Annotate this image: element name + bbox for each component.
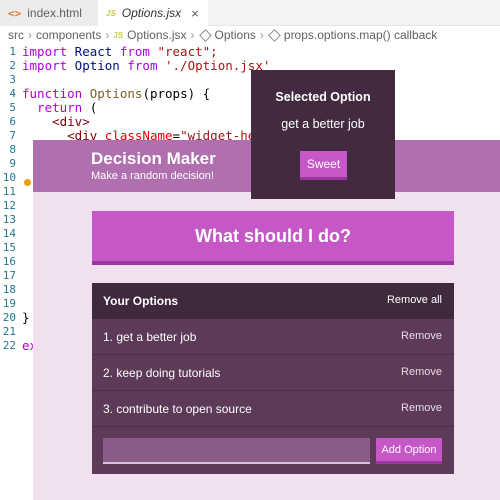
remove-option-button[interactable]: Remove [401,366,442,378]
line-number: 13 [2,213,16,226]
lightbulb-icon[interactable] [24,179,31,186]
app-title: Decision Maker [91,149,216,168]
tab-label: index.html [27,6,82,20]
code-token: Options [82,86,143,101]
line-number: 10 [2,171,16,184]
code-line: <div> [22,114,90,129]
js-file-icon: JS [106,8,116,18]
option-text: 1. get a better job [103,330,197,344]
code-token: from [127,58,158,73]
add-option-button[interactable]: Add Option [376,438,442,464]
editor-tab-bar: <> index.html JS Options.jsx × [0,0,500,26]
tab-index-html[interactable]: <> index.html [0,0,98,26]
breadcrumb-item[interactable]: Options.jsx [127,28,186,42]
line-number: 20 [2,311,16,324]
tab-options-jsx[interactable]: JS Options.jsx × [98,0,208,26]
option-item: 3. contribute to open source Remove [92,391,454,427]
widget-header: Your Options Remove all [92,283,454,319]
code-token: from [119,44,150,59]
option-text: 3. contribute to open source [103,402,252,416]
widget-title: Your Options [103,294,179,308]
modal-text: get a better job [281,117,365,131]
code-token: import [22,44,68,59]
close-icon[interactable]: × [191,6,199,21]
code-token: return [22,100,83,115]
line-number: 15 [2,241,16,254]
option-item: 1. get a better job Remove [92,319,454,355]
selected-option-modal: Selected Option get a better job Sweet [251,70,395,199]
code-token: <div> [22,114,90,129]
option-item: 2. keep doing tutorials Remove [92,355,454,391]
line-number: 18 [2,283,16,296]
code-token: import [22,58,68,73]
option-input[interactable] [103,438,370,464]
code-line: import React from "react"; [22,44,218,59]
code-line: return ( [22,100,97,115]
chevron-right-icon: › [28,28,32,42]
options-widget: Your Options Remove all 1. get a better … [92,283,454,474]
breadcrumb-item[interactable]: src [8,28,24,42]
code-line: } [22,310,30,325]
line-number: 3 [9,73,16,86]
breadcrumb-item[interactable]: Options [215,28,256,42]
option-text: 2. keep doing tutorials [103,366,221,380]
remove-option-button[interactable]: Remove [401,402,442,414]
chevron-right-icon: › [259,28,264,42]
code-line: function Options(props) { [22,86,210,101]
line-number: 8 [9,143,16,156]
line-number: 12 [2,199,16,212]
html-file-icon: <> [8,6,22,20]
code-token: ( [82,100,98,115]
line-number: 1 [9,45,16,58]
code-token: Option [67,58,128,73]
code-line: import Option from './Option.jsx' [22,58,270,73]
breadcrumb: src › components › JS Options.jsx › Opti… [0,26,500,44]
line-number: 19 [2,297,16,310]
chevron-right-icon: › [190,28,195,42]
line-number: 16 [2,255,16,268]
remove-option-button[interactable]: Remove [401,330,442,342]
app-subtitle: Make a random decision! [91,170,214,182]
breadcrumb-item[interactable]: props.options.map() callback [284,28,437,42]
line-number: 11 [2,185,16,198]
line-number: 14 [2,227,16,240]
line-number: 6 [9,115,16,128]
tab-label: Options.jsx [121,6,182,20]
breadcrumb-item[interactable]: components [36,28,101,42]
component-icon [268,28,281,42]
line-number: 2 [9,59,16,72]
line-number: 21 [2,325,16,338]
sweet-button[interactable]: Sweet [300,151,347,180]
code-token: function [22,86,83,101]
code-token: (props) { [142,86,211,101]
line-number: 5 [9,101,16,114]
what-should-i-do-button[interactable]: What should I do? [92,211,454,265]
line-number: 7 [9,129,16,142]
component-icon [198,28,212,42]
code-token: "react"; [149,44,218,59]
line-number: 4 [9,87,16,100]
code-token: React [67,44,120,59]
chevron-right-icon: › [105,28,110,42]
line-number: 22 [2,339,16,352]
js-file-icon: JS [113,30,124,40]
code-token: } [22,310,30,325]
remove-all-button[interactable]: Remove all [387,294,442,306]
modal-title: Selected Option [275,90,371,104]
line-number: 17 [2,269,16,282]
line-number: 9 [9,157,16,170]
